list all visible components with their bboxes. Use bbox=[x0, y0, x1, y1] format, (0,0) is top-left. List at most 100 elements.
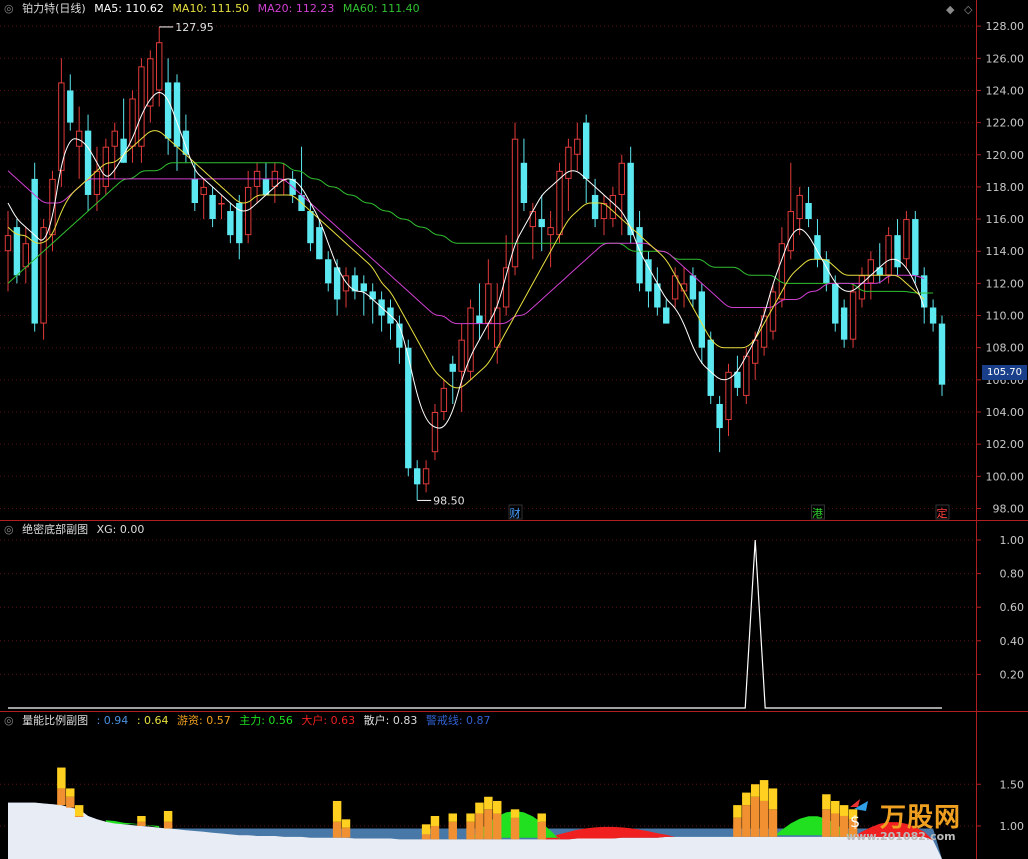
y-tick-label: 120.00 bbox=[986, 149, 1025, 162]
zhuli-value: 主力: 0.56 bbox=[239, 714, 293, 727]
candle-body bbox=[876, 267, 883, 276]
youzi-bar bbox=[341, 819, 351, 828]
marker-label: 财 bbox=[510, 506, 521, 520]
orange-bar bbox=[831, 813, 840, 837]
youzi-bar bbox=[768, 788, 778, 810]
candle-body bbox=[494, 307, 501, 348]
svg-text:$: $ bbox=[850, 812, 860, 829]
candle-body bbox=[618, 162, 625, 195]
y-tick-label: 1.00 bbox=[1000, 534, 1025, 547]
youzi-bar bbox=[742, 792, 751, 806]
grid-lines bbox=[0, 25, 976, 827]
candle-body bbox=[307, 211, 314, 244]
sub1-toggle-icon[interactable]: ◎ bbox=[4, 523, 14, 536]
candle-body bbox=[574, 138, 581, 155]
orange-bar bbox=[66, 796, 75, 808]
y-tick-label: 0.20 bbox=[1000, 668, 1025, 681]
y-tick-label: 116.00 bbox=[986, 213, 1025, 226]
youzi-bar bbox=[430, 815, 440, 826]
jingjie-value: 警戒线: 0.87 bbox=[425, 714, 491, 727]
candle-body bbox=[431, 411, 439, 453]
candle-body bbox=[369, 291, 376, 300]
candle-body bbox=[903, 219, 910, 260]
candle-body bbox=[111, 130, 118, 147]
youzi-bar bbox=[137, 815, 146, 822]
candle-body bbox=[796, 194, 803, 220]
youzi-bar bbox=[448, 813, 457, 822]
orange-bar bbox=[448, 821, 457, 840]
orange-bar bbox=[475, 813, 484, 840]
orange-bar bbox=[163, 821, 173, 829]
marker-label: 港 bbox=[812, 507, 823, 520]
candle-body bbox=[840, 307, 848, 340]
candle-body bbox=[316, 227, 323, 260]
orange-bar bbox=[759, 800, 769, 837]
candle-body bbox=[689, 275, 697, 300]
logo-title: 万股网 bbox=[880, 803, 962, 833]
y-tick-label: 102.00 bbox=[986, 438, 1025, 451]
diamond-icon[interactable]: ◆ bbox=[946, 3, 954, 16]
expand-diamond-icon[interactable]: ◇ bbox=[964, 3, 972, 16]
orange-bar bbox=[733, 817, 742, 837]
volume-ratio-panel bbox=[8, 767, 942, 859]
candle-body bbox=[67, 90, 74, 123]
youzi-bar bbox=[332, 800, 342, 822]
youzi-bar bbox=[831, 800, 840, 814]
orange-bar bbox=[750, 796, 760, 837]
sub1-title: 绝密底部副图 bbox=[22, 523, 89, 536]
stock-name: 铂力特(日线) bbox=[22, 2, 86, 15]
youzi-bar bbox=[74, 805, 84, 816]
sub2-value-2: : 0.64 bbox=[136, 714, 169, 727]
ma60-value: MA60: 111.40 bbox=[342, 2, 420, 15]
candle-body bbox=[325, 259, 332, 284]
candle-body bbox=[413, 468, 421, 485]
y-tick-label: 108.00 bbox=[986, 342, 1025, 355]
candle-body bbox=[440, 387, 448, 412]
candle-body bbox=[591, 194, 599, 220]
orange-bar bbox=[341, 827, 351, 838]
youzi-bar bbox=[421, 824, 431, 835]
ma10-value: MA10: 111.50 bbox=[172, 2, 250, 15]
candle-body bbox=[93, 170, 101, 195]
youzi-bar bbox=[484, 796, 493, 810]
candle-body bbox=[31, 178, 38, 324]
y-tick-label: 122.00 bbox=[986, 117, 1025, 130]
y-tick-label: 0.80 bbox=[1000, 568, 1025, 581]
candle-body bbox=[200, 186, 207, 195]
y-tick-label: 118.00 bbox=[986, 181, 1025, 194]
candle-body bbox=[164, 82, 172, 139]
candle-body bbox=[894, 235, 901, 268]
youzi-bar bbox=[822, 794, 831, 810]
youzi-bar bbox=[750, 784, 760, 797]
candle-body bbox=[858, 275, 866, 300]
y-tick-label: 100.00 bbox=[986, 470, 1025, 483]
candle-body bbox=[422, 468, 430, 485]
candle-body bbox=[565, 146, 572, 179]
xg-signal-line bbox=[8, 539, 942, 709]
candle-body bbox=[156, 42, 163, 91]
ma5-value: MA5: 110.62 bbox=[94, 2, 164, 15]
sub2-toggle-icon[interactable]: ◎ bbox=[4, 714, 14, 727]
main-header-toggle-icon[interactable]: ◎ bbox=[4, 2, 14, 15]
high-label: 127.95 bbox=[175, 21, 214, 34]
logo-mark-icon: $ bbox=[850, 799, 868, 829]
orange-bar bbox=[74, 815, 84, 817]
sub2-title: 量能比例副图 bbox=[22, 714, 89, 727]
marker-label: 定 bbox=[937, 506, 948, 520]
candle-body bbox=[787, 211, 794, 252]
candle-body bbox=[538, 219, 545, 228]
candle-body bbox=[182, 130, 190, 155]
y-tick-label: 126.00 bbox=[986, 52, 1025, 65]
candle-body bbox=[805, 202, 812, 220]
candle-body bbox=[938, 323, 946, 385]
bottom-signal-panel bbox=[8, 539, 942, 709]
sub1-header: ◎ 绝密底部副图 XG: 0.00 bbox=[4, 521, 149, 539]
candle-body bbox=[227, 211, 234, 236]
candle-body bbox=[929, 307, 937, 324]
candle-body bbox=[191, 178, 199, 203]
sub2-header: ◎ 量能比例副图 : 0.94 : 0.64 游资: 0.57 主力: 0.56… bbox=[4, 712, 496, 730]
y-tick-label: 0.60 bbox=[1000, 601, 1025, 614]
y-tick-label: 98.00 bbox=[993, 502, 1025, 515]
candle-body bbox=[4, 235, 12, 252]
youzi-bar bbox=[510, 809, 520, 818]
